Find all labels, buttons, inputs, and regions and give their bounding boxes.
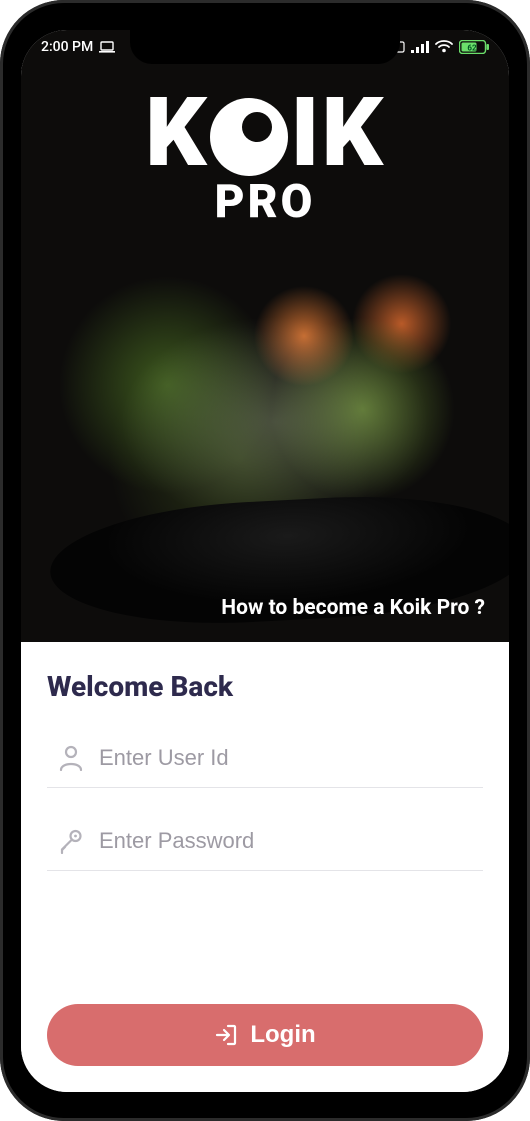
brand-letter: K [145,88,208,179]
battery-pct: 62 [467,43,477,52]
user-id-field[interactable] [47,733,483,788]
notch [130,30,400,64]
battery-icon: 62 [459,40,489,54]
hero-image: K IK PRO How to become a Koik Pro ? [21,30,509,642]
login-button[interactable]: Login [47,1004,483,1066]
phone-frame: 2:00 PM [0,0,530,1121]
user-id-input[interactable] [99,745,479,771]
wifi-icon [435,40,453,53]
screen: 2:00 PM [21,30,509,1092]
password-input[interactable] [99,828,479,854]
key-icon [59,828,83,854]
brand-letter: IK [290,88,384,179]
password-field[interactable] [47,816,483,871]
welcome-heading: Welcome Back [47,670,483,703]
brand-subtitle: PRO [21,175,509,229]
laptop-icon [99,41,115,53]
login-icon [214,1023,238,1047]
brand-o-icon [210,98,288,176]
login-button-label: Login [250,1021,315,1049]
brand-logo: K IK PRO [21,88,509,229]
become-pro-link[interactable]: How to become a Koik Pro ? [221,596,485,620]
signal-icon [411,41,429,53]
status-time: 2:00 PM [41,39,93,55]
login-form: Welcome Back [21,642,509,1092]
user-icon [59,745,83,771]
